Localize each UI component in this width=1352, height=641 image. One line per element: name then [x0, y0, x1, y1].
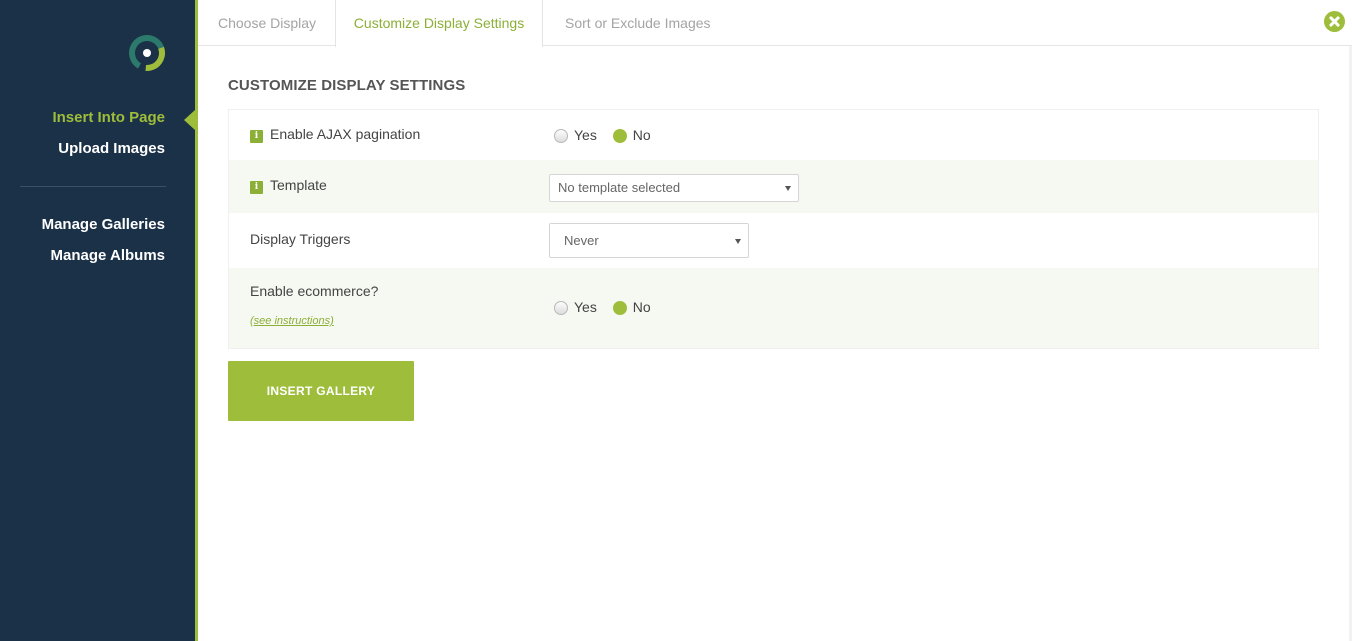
sidebar-item-manage-galleries[interactable]: Manage Galleries: [42, 216, 165, 233]
sidebar: Insert Into Page Upload Images Manage Ga…: [0, 0, 195, 641]
sidebar-divider: [20, 186, 166, 187]
page-title: CUSTOMIZE DISPLAY SETTINGS: [228, 77, 466, 94]
setting-row-template: i Template No template selected: [229, 160, 1318, 213]
ajax-pagination-no-label[interactable]: No: [633, 127, 651, 143]
template-select[interactable]: No template selected: [549, 174, 799, 202]
close-icon[interactable]: [1324, 11, 1345, 32]
ecommerce-yes-radio[interactable]: [554, 301, 568, 315]
logo-icon: [129, 35, 165, 71]
ajax-pagination-no-radio[interactable]: [612, 129, 627, 143]
display-triggers-label: Display Triggers: [250, 231, 351, 247]
ajax-pagination-radio-group: Yes No: [554, 127, 663, 143]
display-triggers-select-value: Never: [564, 233, 599, 248]
tab-customize-display-settings[interactable]: Customize Display Settings: [335, 0, 543, 47]
setting-row-display-triggers: Display Triggers Never: [229, 213, 1318, 268]
ecommerce-yes-label[interactable]: Yes: [574, 299, 597, 315]
chevron-down-icon: [735, 238, 741, 244]
ajax-pagination-label-text: Enable AJAX pagination: [270, 126, 421, 142]
ecommerce-no-label[interactable]: No: [633, 299, 651, 315]
tab-sort-or-exclude-images[interactable]: Sort or Exclude Images: [565, 0, 711, 46]
setting-row-ecommerce: Enable ecommerce? (see instructions) Yes…: [229, 268, 1318, 348]
info-icon[interactable]: i: [250, 130, 263, 143]
sidebar-item-manage-albums[interactable]: Manage Albums: [51, 247, 165, 264]
sidebar-item-upload-images[interactable]: Upload Images: [58, 140, 165, 157]
sidebar-item-insert-into-page[interactable]: Insert Into Page: [52, 109, 165, 126]
tab-bar: Choose Display Customize Display Setting…: [198, 0, 1352, 47]
settings-table: i Enable AJAX pagination Yes No i Template…: [228, 109, 1319, 349]
ajax-pagination-yes-label[interactable]: Yes: [574, 127, 597, 143]
setting-row-ajax-pagination: i Enable AJAX pagination Yes No: [229, 110, 1318, 160]
ajax-pagination-yes-radio[interactable]: [554, 129, 568, 143]
info-icon[interactable]: i: [250, 181, 263, 194]
display-triggers-select[interactable]: Never: [549, 223, 749, 258]
ecommerce-label: Enable ecommerce?: [250, 283, 379, 299]
insert-gallery-button[interactable]: INSERT GALLERY: [228, 361, 414, 421]
ecommerce-radio-group: Yes No: [554, 299, 663, 315]
ecommerce-no-radio[interactable]: [612, 301, 627, 315]
template-select-value: No template selected: [558, 180, 681, 195]
template-label: i Template: [250, 177, 327, 194]
see-instructions-link[interactable]: (see instructions): [250, 315, 334, 327]
template-label-text: Template: [270, 177, 327, 193]
chevron-down-icon: [785, 186, 791, 191]
tab-choose-display[interactable]: Choose Display: [218, 0, 316, 46]
ajax-pagination-label: i Enable AJAX pagination: [250, 126, 420, 143]
sidebar-accent-bar: [195, 0, 198, 641]
active-item-pointer: [184, 110, 195, 130]
